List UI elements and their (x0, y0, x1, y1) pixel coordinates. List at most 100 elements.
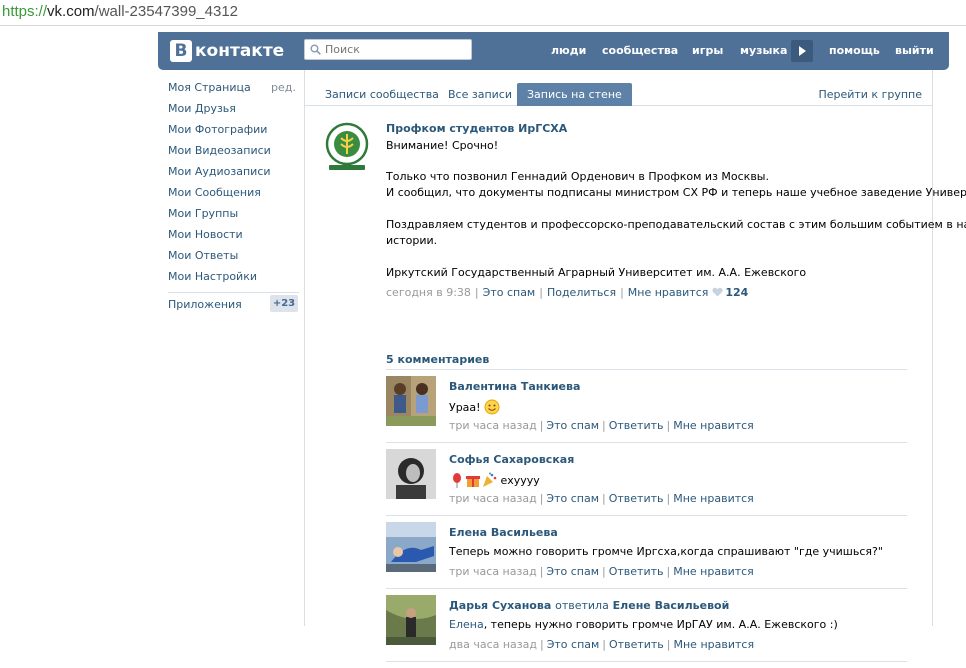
comment-meta: три часа назад | Это спам | Ответить | Мне нра… (449, 565, 754, 578)
comment-reply-link[interactable]: Ответить (609, 419, 664, 432)
sidebar-item-groups[interactable]: Мои Группы (168, 207, 238, 220)
vk-logo[interactable]: В контакте (170, 40, 284, 62)
sidebar-item-photos[interactable]: Мои Фотографии (168, 123, 267, 136)
tab-all-posts[interactable]: Все записи (438, 83, 522, 106)
nav-communities[interactable]: сообщества (602, 32, 678, 70)
comment-spam-link[interactable]: Это спам (546, 419, 599, 432)
nav-help[interactable]: помощь (829, 32, 880, 70)
comment-time[interactable]: три часа назад (449, 419, 537, 432)
url-path: /wall-23547399_4312 (94, 3, 238, 20)
wall-tabs: Записи сообщества Все записи Запись на с… (305, 70, 932, 106)
post-spam-link[interactable]: Это спам (483, 286, 536, 299)
comment-text: ехуууу (449, 472, 540, 488)
search-icon (310, 44, 321, 55)
apps-count-badge[interactable]: +23 (270, 295, 298, 312)
meta-sep: | (539, 286, 543, 299)
comment-body: ехуууу (500, 474, 540, 487)
comment-time[interactable]: три часа назад (449, 492, 537, 505)
comment-like-link[interactable]: Мне нравится (674, 638, 755, 651)
sidebar-item-friends[interactable]: Мои Друзья (168, 102, 236, 115)
avatar[interactable] (386, 595, 436, 645)
sidebar-item-audio[interactable]: Мои Аудиозаписи (168, 165, 271, 178)
post-time[interactable]: сегодня в 9:38 (386, 286, 471, 299)
sidebar-item-apps[interactable]: Приложения (168, 298, 242, 311)
smile-emoji-icon (484, 399, 500, 415)
comment-divider (386, 442, 907, 443)
sidebar-item-news[interactable]: Мои Новости (168, 228, 243, 241)
avatar[interactable] (386, 449, 436, 499)
url-text[interactable]: https://vk.com/wall-23547399_4312 (2, 3, 238, 20)
avatar[interactable] (386, 376, 436, 426)
sidebar-item-my-page[interactable]: Моя Страница (168, 81, 251, 94)
nav-logout[interactable]: выйти (895, 32, 934, 70)
meta-sep: | (666, 565, 671, 578)
comment-spam-link[interactable]: Это спам (546, 492, 599, 505)
sidebar-item-answers[interactable]: Мои Ответы (168, 249, 238, 262)
group-avatar[interactable] (325, 122, 369, 172)
comment-meta: три часа назад | Это спам | Ответить | Мне нра… (449, 419, 754, 432)
post-line-5: истории. (386, 234, 438, 247)
search-input[interactable] (325, 41, 465, 58)
comment-time[interactable]: три часа назад (449, 565, 537, 578)
comment-reply-link[interactable]: Ответить (609, 638, 664, 651)
post-like-link[interactable]: Мне нравится (628, 286, 709, 299)
post-line-2: Только что позвонил Геннадий Орденович в… (386, 170, 769, 183)
reply-target[interactable]: Елене Васильевой (613, 599, 730, 612)
comment-spam-link[interactable]: Это спам (547, 638, 600, 651)
search-box[interactable] (304, 39, 472, 60)
comment-like-link[interactable]: Мне нравится (673, 419, 754, 432)
comments-divider (386, 369, 907, 370)
nav-people[interactable]: люди (551, 32, 586, 70)
meta-sep: | (539, 638, 544, 651)
comment-author[interactable]: Дарья Суханова (449, 599, 551, 612)
comment-divider (386, 661, 907, 662)
comment-reply-link[interactable]: Ответить (609, 492, 664, 505)
comment-body: Теперь можно говорить громче Иргсха,когд… (449, 545, 883, 558)
meta-sep: | (666, 638, 671, 651)
comment-addressee[interactable]: Елена (449, 618, 484, 631)
meta-sep: | (666, 492, 671, 505)
post-line-3: И сообщил, что документы подписаны минис… (386, 186, 966, 199)
url-host: vk.com (47, 3, 95, 20)
post-share-link[interactable]: Поделиться (547, 286, 616, 299)
tab-wall-post[interactable]: Запись на стене (517, 83, 632, 106)
party-popper-emoji-icon (483, 472, 497, 487)
avatar[interactable] (386, 522, 436, 572)
post-line-4: Поздравляем студентов и профессорско-пре… (386, 218, 966, 231)
reply-word: ответила (555, 599, 609, 612)
comment-author[interactable]: Софья Сахаровская (449, 453, 574, 466)
comments-count-header[interactable]: 5 комментариев (386, 353, 489, 366)
meta-sep: | (602, 565, 606, 578)
comment-author[interactable]: Валентина Танкиева (449, 380, 580, 393)
comment-author[interactable]: Елена Васильева (449, 526, 558, 539)
comment-text: Теперь можно говорить громче Иргсха,когд… (449, 545, 883, 558)
sidebar-item-settings[interactable]: Мои Настройки (168, 270, 257, 283)
sidebar-item-messages[interactable]: Мои Сообщения (168, 186, 261, 199)
browser-address-bar[interactable]: https://vk.com/wall-23547399_4312 (0, 0, 966, 26)
comment-divider (386, 515, 907, 516)
comment-text: Елена, теперь нужно говорить громче ИрГА… (449, 618, 838, 631)
sidebar-edit-link[interactable]: ред. (271, 81, 296, 94)
comment-reply-link[interactable]: Ответить (609, 565, 664, 578)
post-likes-count[interactable]: 124 (725, 286, 748, 299)
comment-like-link[interactable]: Мне нравится (673, 492, 754, 505)
meta-sep: | (474, 286, 479, 299)
comment-spam-link[interactable]: Это спам (546, 565, 599, 578)
vk-logo-text: контакте (195, 41, 285, 61)
post-author[interactable]: Профком студентов ИрГСХА (386, 122, 567, 135)
meta-sep: | (539, 492, 544, 505)
top-header: В контакте люди сообщества игры музыка п… (158, 32, 949, 70)
url-scheme: https:// (2, 3, 48, 20)
comment-time[interactable]: два часа назад (449, 638, 537, 651)
nav-games[interactable]: игры (692, 32, 723, 70)
meta-sep: | (602, 638, 607, 651)
nav-music[interactable]: музыка (740, 32, 787, 70)
tab-community-posts[interactable]: Записи сообщества (315, 83, 449, 106)
sidebar-item-videos[interactable]: Мои Видеозаписи (168, 144, 271, 157)
balloon-emoji-icon (453, 473, 461, 488)
comment-like-link[interactable]: Мне нравится (673, 565, 754, 578)
goto-group-link[interactable]: Перейти к группе (818, 83, 922, 106)
music-play-icon[interactable] (791, 40, 813, 62)
meta-sep: | (602, 492, 606, 505)
heart-icon[interactable] (712, 287, 723, 297)
